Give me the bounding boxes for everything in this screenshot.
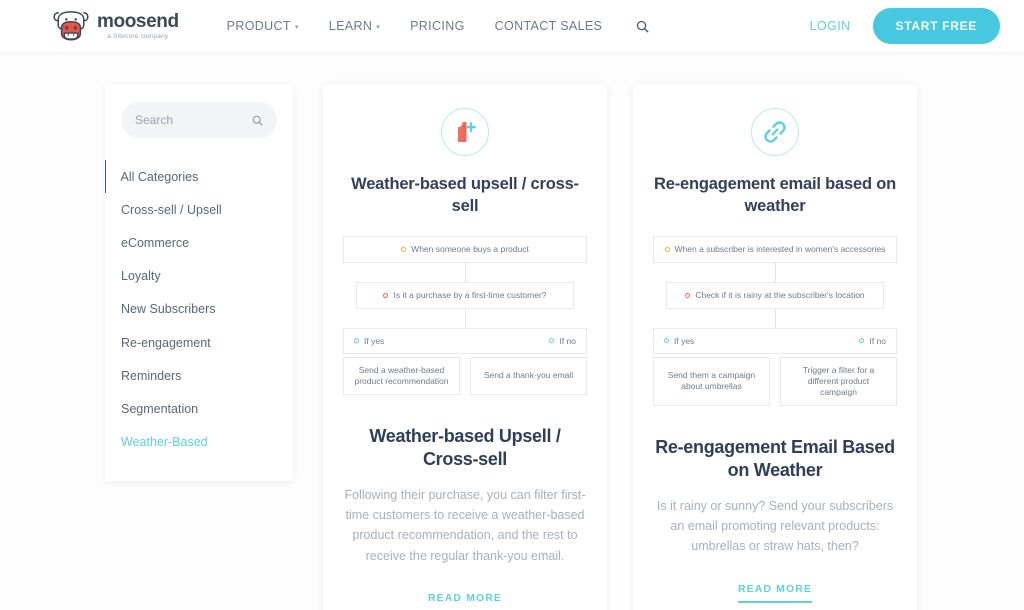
nav-label-pricing: PRICING — [410, 19, 465, 33]
flow-trigger-box: When someone buys a product — [343, 235, 587, 263]
flow-connector — [464, 308, 466, 328]
branch-yes-label: If yes — [364, 335, 385, 346]
branch-no-label: If no — [869, 335, 886, 346]
product-plus-icon — [458, 122, 476, 142]
sidebar-item-ecommerce[interactable]: eCommerce — [105, 226, 293, 259]
flow-condition-box: Check if it is rainy at the subscriber's… — [666, 281, 884, 309]
recipe-card[interactable]: Re-engagement email based on weather Whe… — [633, 84, 917, 610]
card-badge — [441, 108, 489, 156]
flow-condition-text: Check if it is rainy at the subscriber's… — [695, 289, 865, 300]
condition-dot-icon — [383, 292, 389, 298]
flow-condition-text: Is it a purchase by a first-time custome… — [393, 289, 547, 300]
flow-connector — [464, 262, 466, 282]
nav-label-contact-sales: CONTACT SALES — [494, 19, 603, 33]
recipe-card[interactable]: Weather-based upsell / cross-sell When s… — [323, 84, 607, 610]
card-title: Weather-based Upsell / Cross-sell — [369, 425, 561, 469]
chevron-down-icon: ▾ — [294, 23, 299, 31]
category-sidebar: All Categories Cross-sell / Upsell eComm… — [105, 84, 293, 481]
start-free-button[interactable]: START FREE — [872, 8, 1000, 44]
logo[interactable]: moosend a Sitecore company — [52, 9, 179, 43]
no-dot-icon — [859, 338, 865, 344]
login-link[interactable]: LOGIN — [810, 19, 851, 33]
logo-tagline: a Sitecore company — [107, 33, 169, 41]
sidebar-item-reminders[interactable]: Reminders — [105, 359, 293, 392]
logo-wordmark: moosend — [97, 10, 179, 32]
flow-diagram: When a subscriber is interested in women… — [653, 235, 897, 406]
nav-item-product[interactable]: PRODUCT ▾ — [227, 19, 299, 33]
no-dot-icon — [549, 338, 555, 344]
flow-no-action: Trigger a filter for a different product… — [780, 356, 897, 406]
sidebar-item-weather-based[interactable]: Weather-Based — [105, 426, 293, 459]
card-badge — [751, 108, 799, 156]
chevron-down-icon: ▾ — [376, 23, 381, 31]
recipe-card-grid: Weather-based upsell / cross-sell When s… — [323, 84, 917, 610]
trigger-dot-icon — [401, 246, 407, 252]
flow-title: Re-engagement email based on weather — [654, 175, 896, 215]
flow-title: Weather-based upsell / cross-sell — [351, 175, 579, 215]
card-description: Is it rainy or sunny? Send your subscrib… — [656, 498, 894, 554]
flow-branch-header: If yes If no — [653, 327, 897, 354]
flow-trigger-text: When someone buys a product — [411, 243, 529, 254]
branch-yes-label-wrap: If yes — [664, 336, 694, 346]
flow-action-row: Send a weather-based product recommendat… — [343, 356, 587, 395]
branch-yes-label-wrap: If yes — [354, 336, 384, 346]
card-title: Re-engagement Email Based on Weather — [655, 436, 895, 480]
flow-yes-action: Send a weather-based product recommendat… — [343, 356, 460, 395]
branch-no-label-wrap: If no — [859, 336, 886, 346]
card-description: Following their purchase, you can filter… — [344, 487, 586, 563]
condition-dot-icon — [685, 292, 691, 298]
flow-branch-header: If yes If no — [343, 327, 587, 354]
header-actions: LOGIN START FREE — [810, 8, 1000, 44]
search-input[interactable] — [135, 113, 252, 127]
sidebar-item-re-engagement[interactable]: Re-engagement — [105, 326, 293, 359]
search-glyph — [637, 20, 649, 32]
flow-diagram: When someone buys a product Is it a purc… — [343, 235, 587, 395]
flow-trigger-box: When a subscriber is interested in women… — [653, 235, 897, 263]
site-header: moosend a Sitecore company PRODUCT ▾ LEA… — [0, 0, 1024, 52]
read-more-link[interactable]: READ MORE — [737, 583, 813, 603]
flow-yes-action: Send them a campaign about umbrellas — [653, 356, 770, 406]
branch-no-label-wrap: If no — [549, 336, 576, 346]
nav-item-contact-sales[interactable]: CONTACT SALES — [495, 19, 603, 33]
sidebar-item-segmentation[interactable]: Segmentation — [105, 392, 293, 425]
yes-dot-icon — [664, 338, 669, 344]
search-icon[interactable] — [252, 115, 263, 126]
read-more-link[interactable]: READ MORE — [427, 592, 503, 610]
nav-item-pricing[interactable]: PRICING — [410, 19, 465, 33]
sidebar-search[interactable] — [121, 102, 277, 138]
sidebar-item-loyalty[interactable]: Loyalty — [105, 260, 293, 293]
nav-item-learn[interactable]: LEARN ▾ — [329, 19, 380, 33]
category-list: All Categories Cross-sell / Upsell eComm… — [105, 160, 293, 459]
flow-connector — [774, 262, 776, 282]
branch-no-label: If no — [559, 335, 576, 346]
flow-no-action: Send a thank-you email — [470, 356, 587, 395]
yes-dot-icon — [354, 338, 359, 344]
trigger-dot-icon — [664, 246, 670, 252]
search-icon[interactable] — [636, 20, 649, 33]
page-body: All Categories Cross-sell / Upsell eComm… — [0, 52, 1024, 610]
flow-trigger-text: When a subscriber is interested in women… — [674, 243, 886, 254]
sidebar-item-new-subscribers[interactable]: New Subscribers — [105, 293, 293, 326]
chain-link-icon — [764, 121, 786, 143]
sidebar-item-cross-sell-upsell[interactable]: Cross-sell / Upsell — [105, 193, 293, 226]
cow-logo-icon — [53, 11, 89, 41]
branch-yes-label: If yes — [674, 335, 695, 346]
flow-condition-box: Is it a purchase by a first-time custome… — [356, 281, 574, 309]
flow-connector — [774, 308, 776, 328]
sidebar-item-all-categories[interactable]: All Categories — [105, 160, 293, 194]
nav-label-product: PRODUCT — [226, 19, 291, 33]
main-navigation: PRODUCT ▾ LEARN ▾ PRICING CONTACT SALES — [227, 19, 650, 33]
flow-action-row: Send them a campaign about umbrellas Tri… — [653, 356, 897, 406]
nav-label-learn: LEARN — [328, 19, 373, 33]
